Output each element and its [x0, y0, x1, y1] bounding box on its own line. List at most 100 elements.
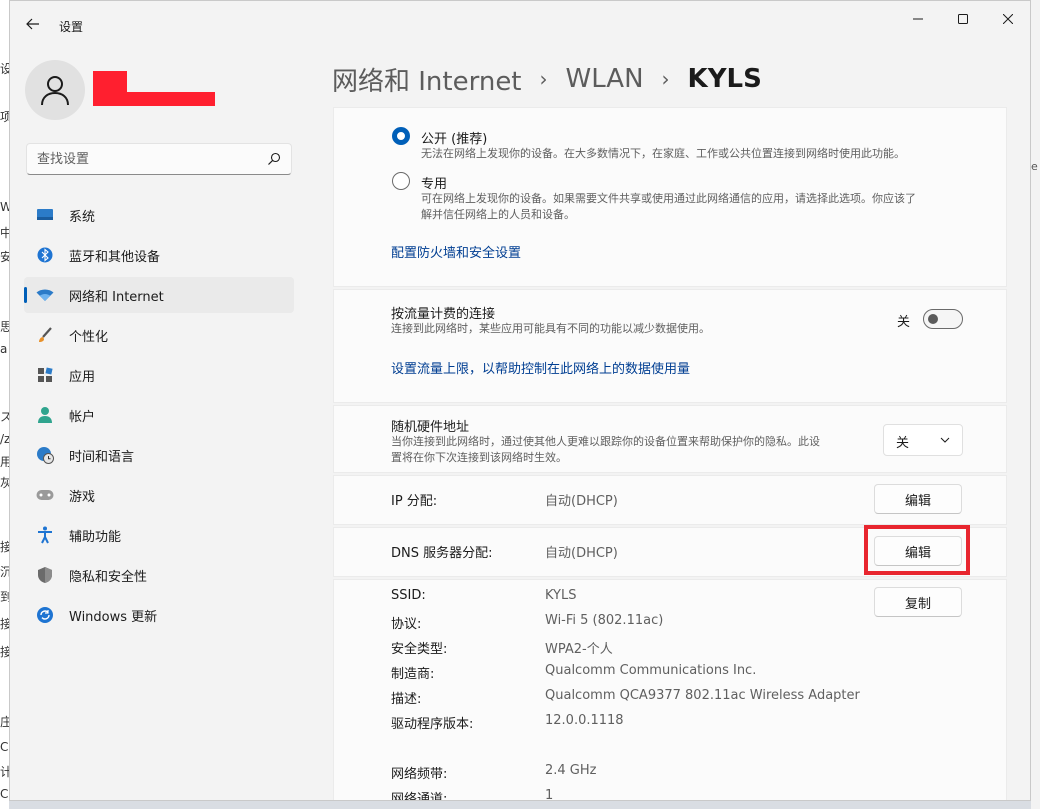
random-mac-desc-line1: 当你连接到此网络时，通过使其他人更难以跟踪你的设备位置来帮助保护你的隐私。此设 — [391, 435, 820, 448]
settings-window: 设置 系统 — [9, 0, 1031, 801]
property-value: Wi-Fi 5 (802.11ac) — [545, 613, 664, 628]
account-icon — [36, 406, 54, 424]
sidebar-item-system[interactable]: 系统 — [24, 197, 294, 233]
minimize-button[interactable] — [895, 7, 941, 31]
system-icon — [36, 206, 54, 224]
sidebar-item-accessibility[interactable]: 辅助功能 — [24, 517, 294, 553]
sidebar-item-label: 个性化 — [69, 329, 109, 345]
metered-title: 按流量计费的连接 — [391, 307, 496, 322]
property-key: SSID: — [391, 588, 426, 603]
redacted-email — [93, 92, 215, 106]
background-window-right: e — [1031, 0, 1040, 809]
breadcrumb-separator: › — [661, 67, 670, 91]
sidebar-item-privacy[interactable]: 隐私和安全性 — [24, 557, 294, 593]
property-value: WPA2-个人 — [545, 642, 613, 657]
property-key: 协议: — [391, 617, 422, 632]
radio-public[interactable] — [392, 127, 410, 145]
metered-desc: 连接到此网络时，某些应用可能具有不同的功能以减少数据使用。 — [391, 322, 710, 335]
property-value: 12.0.0.1118 — [545, 713, 624, 728]
apps-icon — [36, 366, 54, 384]
page-title: KYLS — [687, 64, 762, 94]
property-key: 描述: — [391, 692, 422, 707]
firewall-settings-link[interactable]: 配置防火墙和安全设置 — [391, 242, 521, 261]
user-icon — [41, 76, 69, 106]
sidebar-item-time-language[interactable]: 时间和语言 — [24, 437, 294, 473]
globe-clock-icon — [36, 446, 54, 464]
private-option-title: 专用 — [421, 177, 448, 192]
sidebar-item-label: 蓝牙和其他设备 — [69, 249, 161, 265]
close-button[interactable] — [985, 7, 1030, 31]
breadcrumb-wlan[interactable]: WLAN — [566, 64, 644, 94]
search-icon — [268, 152, 281, 165]
sidebar-item-label: 辅助功能 — [69, 529, 122, 545]
dns-assignment-value: 自动(DHCP) — [545, 546, 618, 561]
title-bar: 设置 — [10, 1, 1030, 49]
sidebar-nav: 系统 蓝牙和其他设备 网络和 Internet 个性化 应用 帐户 时间和语言 … — [24, 197, 294, 637]
sidebar-item-accounts[interactable]: 帐户 — [24, 397, 294, 433]
property-value: 2.4 GHz — [545, 763, 597, 778]
private-option-desc-line1: 可在网络上发现你的设备。如果需要文件共享或使用通过此网络通信的应用，请选择此选项… — [421, 192, 916, 205]
property-key: 网络通道: — [391, 792, 448, 801]
public-option-desc: 无法在网络上发现你的设备。在大多数情况下，在家庭、工作或公共位置连接到网络时使用… — [421, 147, 905, 160]
sidebar-item-personalization[interactable]: 个性化 — [24, 317, 294, 353]
avatar[interactable] — [25, 60, 85, 120]
breadcrumb-separator: › — [539, 67, 548, 91]
bluetooth-icon — [36, 246, 54, 264]
gamepad-icon — [36, 486, 54, 504]
sidebar-item-gaming[interactable]: 游戏 — [24, 477, 294, 513]
radio-private[interactable] — [392, 172, 410, 190]
wifi-icon — [36, 286, 54, 304]
sidebar-item-label: 网络和 Internet — [69, 289, 164, 305]
sidebar-item-label: 时间和语言 — [69, 449, 135, 465]
random-mac-desc-line2: 置将在你下次连接到该网络时生效。 — [391, 451, 567, 464]
brush-icon — [36, 326, 54, 344]
sidebar-item-network[interactable]: 网络和 Internet — [24, 277, 294, 313]
metered-toggle[interactable] — [923, 309, 963, 329]
property-key: 安全类型: — [391, 642, 448, 657]
sidebar-item-label: 隐私和安全性 — [69, 569, 148, 585]
property-key: 驱动程序版本: — [391, 717, 474, 732]
property-value: Qualcomm Communications Inc. — [545, 663, 757, 678]
breadcrumb: 网络和 Internet › WLAN › KYLS — [332, 59, 762, 99]
ip-assignment-value: 自动(DHCP) — [545, 494, 618, 509]
property-key: 制造商: — [391, 667, 435, 682]
search-input[interactable] — [37, 144, 257, 174]
sidebar-item-label: Windows 更新 — [69, 609, 158, 625]
background-window-left: 设项W 中安思 a ス/z 用灰接 沉到接 接庄C 计C — [0, 0, 9, 809]
copy-button[interactable]: 复制 — [874, 587, 962, 617]
sidebar-item-bluetooth[interactable]: 蓝牙和其他设备 — [24, 237, 294, 273]
metered-toggle-label: 关 — [897, 315, 911, 330]
private-option-desc-line2: 解并信任网络上的人员和设备。 — [421, 208, 575, 221]
ip-edit-button[interactable]: 编辑 — [874, 484, 962, 514]
app-title: 设置 — [59, 20, 84, 34]
search-box[interactable] — [26, 143, 292, 175]
back-button[interactable] — [22, 13, 44, 35]
random-mac-value: 关 — [896, 436, 910, 451]
sidebar-item-windows-update[interactable]: Windows 更新 — [24, 597, 294, 633]
breadcrumb-network[interactable]: 网络和 Internet — [332, 61, 522, 98]
ip-assignment-label: IP 分配: — [391, 494, 438, 509]
shield-icon — [36, 566, 54, 584]
random-mac-title: 随机硬件地址 — [391, 420, 470, 435]
close-icon — [1003, 14, 1013, 24]
sidebar-item-label: 系统 — [69, 209, 96, 225]
sidebar-item-label: 应用 — [69, 369, 96, 385]
random-mac-dropdown[interactable]: 关 — [883, 424, 963, 456]
property-value: KYLS — [545, 588, 577, 603]
property-value: Qualcomm QCA9377 802.11ac Wireless Adapt… — [545, 688, 860, 703]
data-limit-link[interactable]: 设置流量上限，以帮助控制在此网络上的数据使用量 — [391, 358, 690, 377]
sidebar-item-label: 帐户 — [69, 409, 96, 425]
back-arrow-icon — [26, 18, 39, 30]
maximize-icon — [958, 14, 968, 24]
update-icon — [36, 606, 54, 624]
minimize-icon — [913, 18, 923, 20]
maximize-button[interactable] — [940, 7, 986, 31]
sidebar-item-label: 游戏 — [69, 489, 96, 505]
property-key: 网络频带: — [391, 767, 448, 782]
chevron-down-icon — [940, 437, 950, 443]
highlight-box — [864, 525, 970, 575]
sidebar-item-apps[interactable]: 应用 — [24, 357, 294, 393]
property-value: 1 — [545, 788, 554, 801]
public-option-title: 公开 (推荐) — [421, 132, 488, 147]
accessibility-icon — [36, 526, 54, 544]
